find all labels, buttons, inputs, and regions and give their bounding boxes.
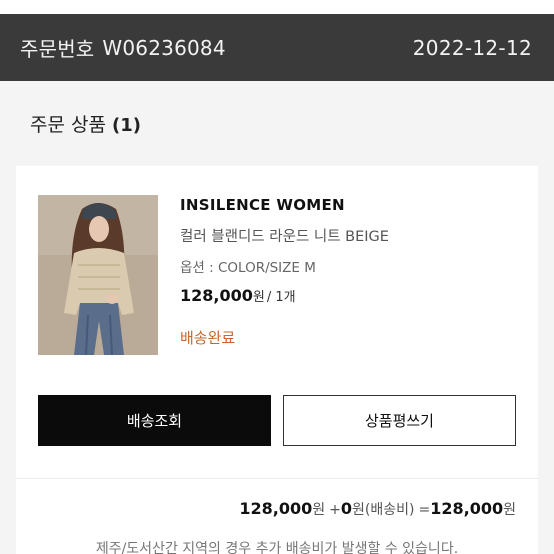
product-info: INSILENCE WOMEN 컬러 블랜디드 라운드 니트 BEIGE 옵션 … — [180, 196, 389, 348]
status-strip — [0, 0, 554, 14]
summary-shipping: 0 — [340, 499, 353, 518]
price-amount: 128,000 — [180, 286, 253, 305]
section-title-text: 주문 상품 — [30, 114, 106, 136]
price-quantity: / 1개 — [266, 290, 296, 305]
order-date: 2022-12-12 — [412, 35, 532, 60]
summary-product-total-unit: 원 — [312, 502, 326, 518]
product-name[interactable]: 컬러 블랜디드 라운드 니트 BEIGE — [180, 225, 389, 246]
divider — [16, 478, 538, 479]
product-image[interactable] — [38, 195, 158, 355]
order-number: W06236084 — [102, 35, 226, 60]
product-option: 옵션 : COLOR/SIZE M — [180, 260, 316, 276]
summary-plus: + — [329, 502, 341, 518]
price-summary: 128,000 원 + 0 원(배송비) = 128,000 원 — [239, 499, 516, 519]
section-title: 주문 상품 (1) — [30, 110, 141, 137]
delivery-status: 배송완료 — [180, 329, 236, 347]
item-count: (1) — [111, 115, 141, 136]
summary-grand-total: 128,000 — [430, 499, 504, 518]
order-number-label: 주문번호 — [20, 37, 95, 61]
track-delivery-button[interactable]: 배송조회 — [38, 395, 271, 446]
shipping-notice: 제주/도서산간 지역의 경우 추가 배송비가 발생할 수 있습니다. — [95, 541, 459, 554]
summary-shipping-unit: 원(배송비) — [352, 502, 415, 518]
product-brand[interactable]: INSILENCE WOMEN — [180, 196, 389, 214]
order-item-card: INSILENCE WOMEN 컬러 블랜디드 라운드 니트 BEIGE 옵션 … — [16, 166, 538, 554]
order-id: 주문번호 W06236084 — [20, 33, 226, 62]
write-review-button[interactable]: 상품평쓰기 — [283, 395, 516, 446]
product-price: 128,000 원 / 1개 — [180, 286, 389, 305]
summary-product-total: 128,000 — [239, 499, 313, 518]
summary-equals: = — [418, 502, 431, 518]
order-detail-page: 주문번호 W06236084 2022-12-12 주문 상품 (1) INSI… — [0, 0, 554, 554]
product-photo-icon — [38, 195, 158, 355]
order-header: 주문번호 W06236084 2022-12-12 — [0, 14, 554, 81]
summary-grand-total-unit: 원 — [503, 502, 516, 518]
price-unit: 원 — [252, 290, 265, 305]
